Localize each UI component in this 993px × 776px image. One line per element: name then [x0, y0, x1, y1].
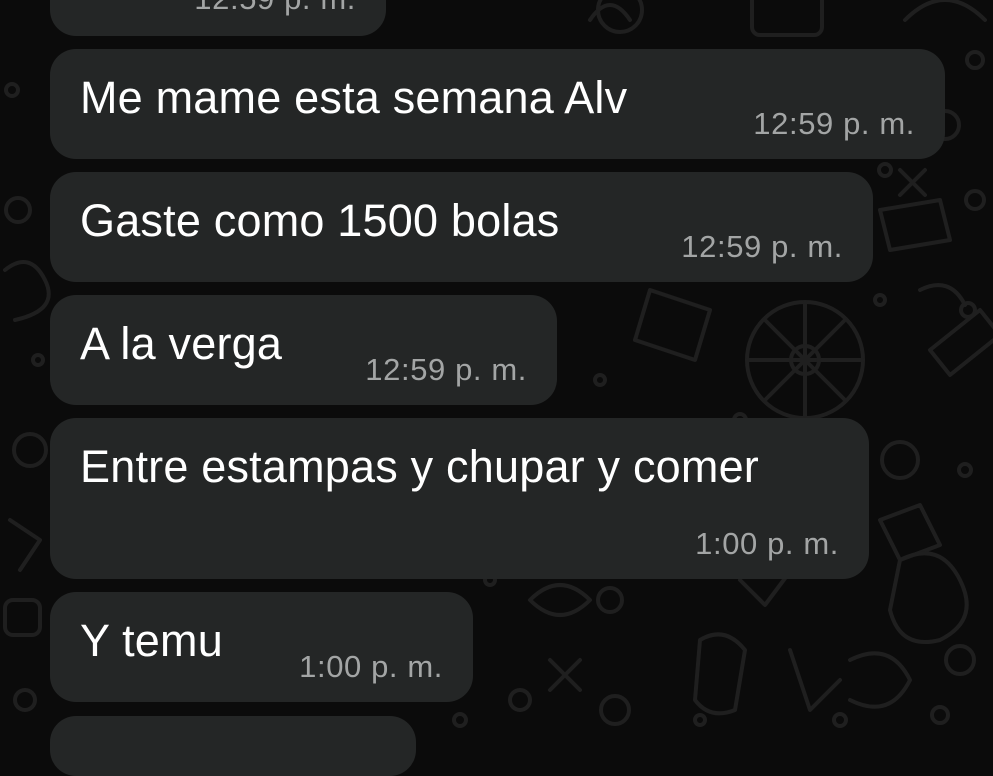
message-bubble[interactable]: Y temu 1:00 p. m. — [50, 592, 473, 702]
message-bubble[interactable]: Gaste como 1500 bolas 12:59 p. m. — [50, 172, 873, 282]
message-bubble[interactable]: 12:59 p. m. — [50, 0, 386, 36]
message-text: Entre estampas y chupar y comer — [80, 441, 759, 492]
message-bubble[interactable] — [50, 716, 416, 776]
message-time: 12:59 p. m. — [753, 106, 915, 141]
message-bubble[interactable]: Me mame esta semana Alv 12:59 p. m. — [50, 49, 945, 159]
message-time: 12:59 p. m. — [194, 0, 356, 14]
message-time: 1:00 p. m. — [695, 526, 839, 561]
chat-messages[interactable]: 12:59 p. m. Me mame esta semana Alv 12:5… — [0, 0, 993, 776]
message-time: 12:59 p. m. — [681, 229, 843, 264]
message-text: Gaste como 1500 bolas — [80, 195, 560, 246]
message-time: 1:00 p. m. — [299, 649, 443, 684]
message-text: Me mame esta semana Alv — [80, 72, 628, 123]
message-text: Y temu — [80, 615, 223, 666]
message-text: A la verga — [80, 318, 283, 369]
message-bubble[interactable]: A la verga 12:59 p. m. — [50, 295, 557, 405]
message-time: 12:59 p. m. — [365, 352, 527, 387]
message-bubble[interactable]: Entre estampas y chupar y comer 1:00 p. … — [50, 418, 869, 579]
